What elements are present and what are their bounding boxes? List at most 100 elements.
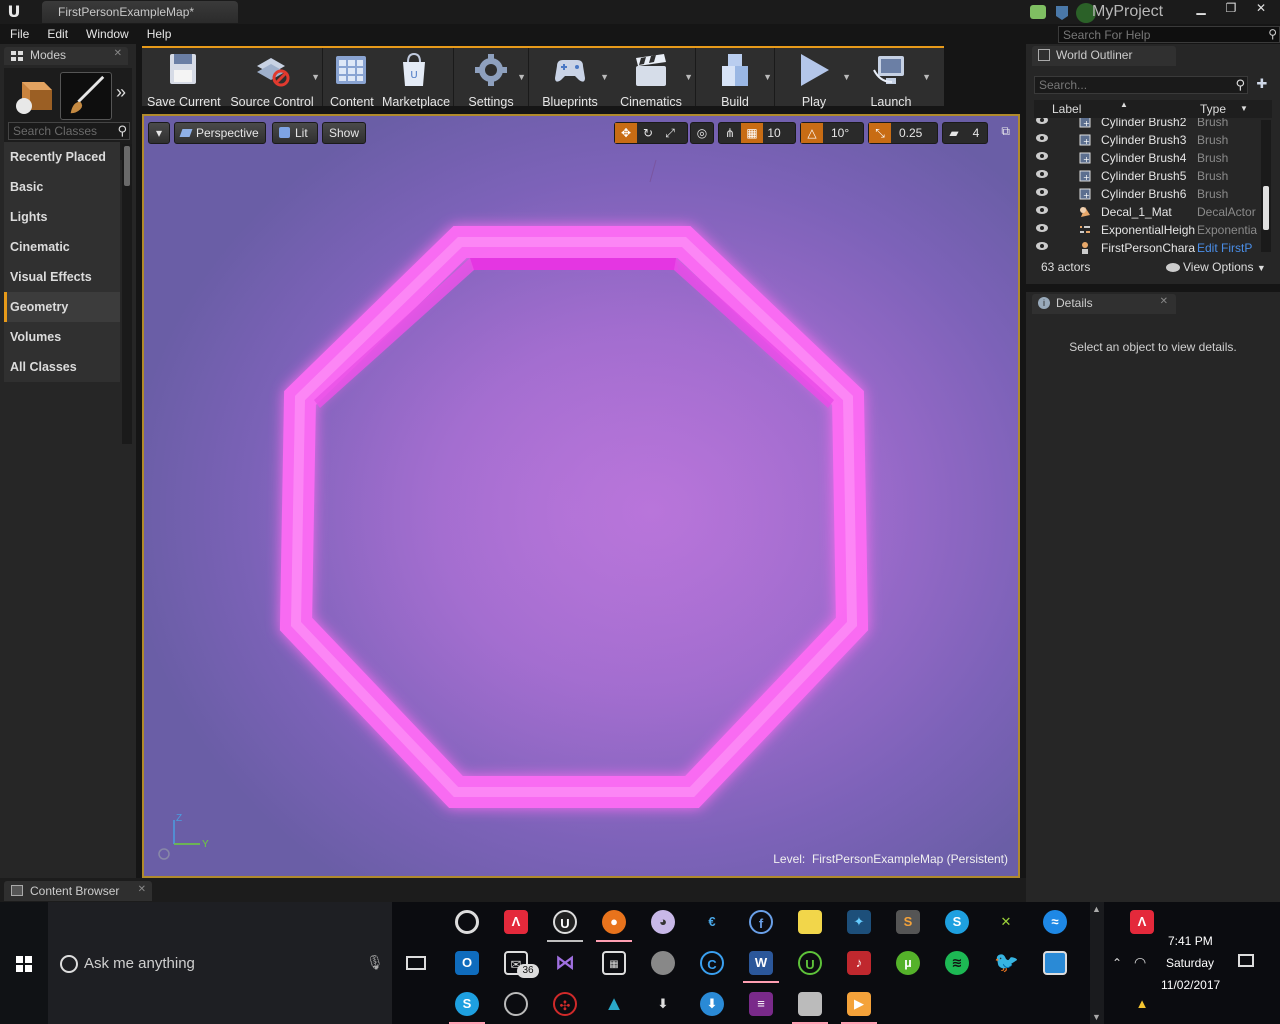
xampp-icon[interactable]: ✕: [994, 910, 1018, 934]
cortana-search-box[interactable]: Ask me anything 🎙: [48, 902, 392, 1024]
app-red-icon[interactable]: ♪: [847, 951, 871, 975]
scale-snap-icon[interactable]: ⤡: [869, 123, 891, 143]
start-button[interactable]: [0, 902, 48, 1024]
skype-business-icon[interactable]: S: [455, 992, 479, 1016]
scroll-up-icon[interactable]: ▲: [1092, 904, 1101, 914]
grid-snap-value[interactable]: 10: [763, 123, 785, 143]
twitter-icon[interactable]: 🐦: [994, 951, 1019, 975]
scale-snap-value[interactable]: 0.25: [891, 123, 925, 143]
menu-window[interactable]: Window: [86, 24, 129, 44]
taskbar-scrollbar[interactable]: ▲ ▼: [1090, 902, 1104, 1024]
camera-speed-icon[interactable]: ▰: [943, 123, 965, 143]
dropdown-arrow-icon[interactable]: ▼: [842, 72, 851, 82]
perspective-button[interactable]: Perspective: [174, 122, 266, 144]
calendar-icon[interactable]: ▦: [602, 951, 626, 975]
upwork-icon[interactable]: U: [798, 951, 822, 975]
rotate-mode-icon[interactable]: ↻: [637, 123, 659, 143]
marketplace-button[interactable]: U Marketplace: [377, 48, 451, 109]
category-basic[interactable]: Basic: [4, 172, 120, 202]
more-modes-chevron-icon[interactable]: »: [116, 82, 126, 103]
visibility-eye-icon[interactable]: [1036, 170, 1048, 178]
dropdown-arrow-icon[interactable]: ▼: [517, 72, 526, 82]
clock-date[interactable]: 11/02/2017: [1161, 978, 1220, 992]
list-item[interactable]: + Cylinder Brush3 Brush: [1034, 131, 1260, 149]
unreal-logo-icon[interactable]: U: [4, 2, 24, 22]
visibility-eye-icon[interactable]: [1036, 134, 1048, 142]
avira-icon[interactable]: Λ: [504, 910, 528, 934]
word-icon[interactable]: W: [749, 951, 773, 975]
rotation-snap-value[interactable]: 10°: [823, 123, 852, 143]
avira-tray-icon[interactable]: Λ: [1130, 910, 1154, 934]
grid-snap-icon[interactable]: ▦: [741, 123, 763, 143]
category-all-classes[interactable]: All Classes: [4, 352, 120, 382]
wifi-icon[interactable]: ◠: [1134, 954, 1146, 971]
close-icon[interactable]: ✕: [114, 48, 122, 59]
menu-help[interactable]: Help: [147, 24, 172, 44]
dropdown-arrow-icon[interactable]: ▼: [311, 72, 320, 82]
sticky-notes-icon[interactable]: [798, 910, 822, 934]
winrar-icon[interactable]: ≡: [749, 992, 773, 1016]
scrollbar-thumb[interactable]: [124, 146, 130, 186]
world-outliner-tab[interactable]: World Outliner: [1032, 46, 1176, 66]
visibility-eye-icon[interactable]: [1036, 242, 1048, 250]
category-cinematic[interactable]: Cinematic: [4, 232, 120, 262]
list-item[interactable]: FirstPersonChara Edit FirstP: [1034, 239, 1260, 254]
dropdown-arrow-icon[interactable]: ▼: [922, 72, 931, 82]
dropdown-arrow-icon[interactable]: ▼: [684, 72, 693, 82]
skype-icon[interactable]: S: [945, 910, 969, 934]
list-item[interactable]: + Cylinder Brush2 Brush: [1034, 118, 1260, 131]
menu-file[interactable]: File: [10, 24, 29, 44]
scale-mode-icon[interactable]: ⤢: [659, 123, 681, 143]
dropdown-arrow-icon[interactable]: ▼: [600, 72, 609, 82]
visibility-eye-icon[interactable]: [1036, 206, 1048, 214]
view-options-button[interactable]: View Options ▼: [1166, 260, 1266, 274]
lit-button[interactable]: Lit: [272, 122, 318, 144]
launch-button[interactable]: Launch ▼: [851, 48, 931, 109]
category-lights[interactable]: Lights: [4, 202, 120, 232]
download-manager-icon[interactable]: ⬇: [700, 992, 724, 1016]
utorrent-icon[interactable]: µ: [896, 951, 920, 975]
world-local-toggle[interactable]: ◎: [690, 122, 714, 144]
spotify-icon[interactable]: ≋: [945, 951, 969, 975]
outliner-scrollbar[interactable]: [1261, 120, 1271, 252]
visibility-eye-icon[interactable]: [1036, 118, 1048, 124]
outlook-icon[interactable]: O: [455, 951, 479, 975]
github-icon[interactable]: ◕: [651, 910, 675, 934]
paint-mode-icon[interactable]: [60, 72, 112, 120]
camera-speed-value[interactable]: 4: [965, 123, 987, 143]
maximize-viewport-icon[interactable]: ⧉: [1001, 124, 1010, 139]
details-tab[interactable]: i Details ✕: [1032, 294, 1176, 314]
play-button[interactable]: Play ▼: [777, 48, 851, 109]
app-f-icon[interactable]: f: [749, 910, 773, 934]
app-window-icon[interactable]: [1043, 951, 1067, 975]
place-mode-icon[interactable]: [8, 72, 60, 120]
cinematics-button[interactable]: Cinematics ▼: [609, 48, 693, 109]
visibility-eye-icon[interactable]: [1036, 188, 1048, 196]
autodesk-icon[interactable]: ▲: [602, 992, 626, 1016]
outliner-search-input[interactable]: Search... ⚲: [1034, 76, 1248, 94]
task-view-icon[interactable]: [406, 956, 426, 970]
category-geometry[interactable]: Geometry: [4, 292, 120, 322]
content-browser-tab[interactable]: Content Browser ✕: [4, 881, 152, 901]
clock-time[interactable]: 7:41 PM: [1168, 934, 1213, 948]
visual-studio-icon[interactable]: ⋈: [553, 951, 577, 975]
actor-type-link[interactable]: Edit FirstP: [1197, 241, 1260, 254]
map-document-tab[interactable]: FirstPersonExampleMap*: [42, 1, 238, 23]
close-icon[interactable]: ✕: [1160, 296, 1168, 307]
save-current-button[interactable]: Save Current: [142, 48, 224, 109]
visibility-eye-icon[interactable]: [1036, 224, 1048, 232]
obs-icon[interactable]: [504, 992, 528, 1016]
download-arrow-icon[interactable]: ⬇: [651, 992, 675, 1016]
media-player-icon[interactable]: ▶: [847, 992, 871, 1016]
help-search-input[interactable]: Search For Help ⚲: [1058, 26, 1280, 43]
add-folder-icon[interactable]: ✚: [1252, 76, 1272, 94]
menu-edit[interactable]: Edit: [47, 24, 68, 44]
ccleaner-icon[interactable]: C: [700, 951, 724, 975]
dropdown-arrow-icon[interactable]: ▼: [763, 72, 772, 82]
scrollbar-thumb[interactable]: [1263, 186, 1269, 230]
close-button[interactable]: ✕: [1246, 0, 1276, 18]
unreal-engine-taskbar-icon[interactable]: U: [553, 910, 577, 934]
category-visual-effects[interactable]: Visual Effects: [4, 262, 120, 292]
scroll-down-icon[interactable]: ▼: [1092, 1012, 1101, 1022]
list-item[interactable]: + Cylinder Brush4 Brush: [1034, 149, 1260, 167]
